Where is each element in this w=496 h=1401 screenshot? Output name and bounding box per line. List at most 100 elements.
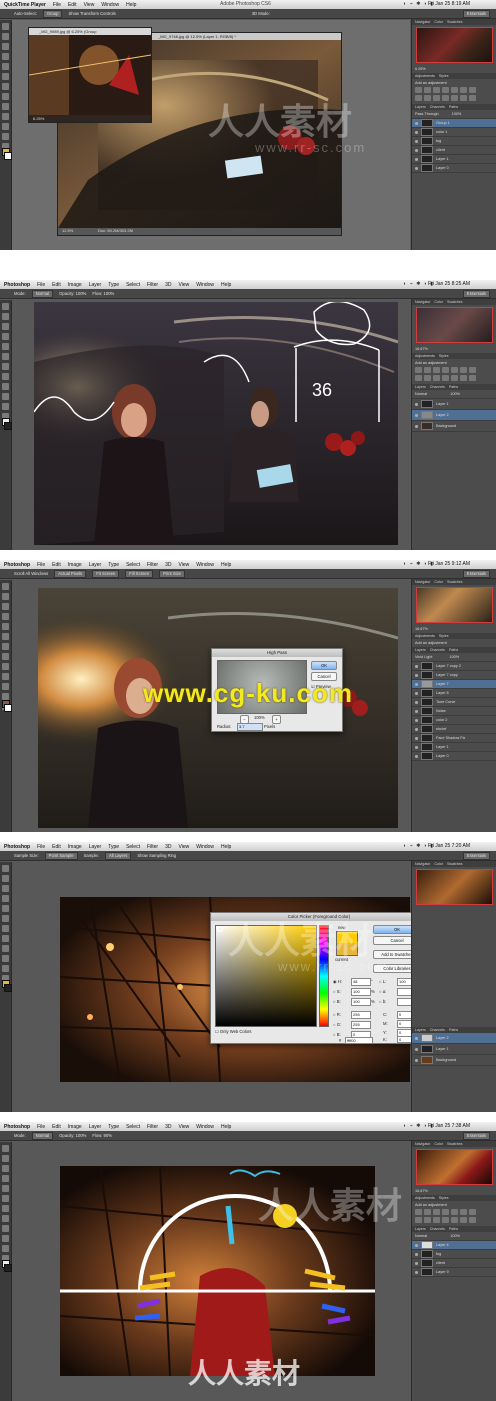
tab-layers[interactable]: Layers (415, 384, 426, 390)
lasso-tool-icon[interactable] (2, 323, 9, 330)
tab-navigator[interactable]: Navigator (415, 1141, 430, 1147)
g-label[interactable]: ○ G: (333, 1022, 341, 1027)
menu-image[interactable]: Image (68, 282, 82, 288)
zoom-in-button[interactable]: + (272, 715, 281, 724)
brush-tool-icon[interactable] (2, 93, 9, 100)
menu-window[interactable]: Window (196, 844, 214, 850)
tab-channels[interactable]: Channels (430, 647, 445, 653)
menu-view[interactable]: View (179, 844, 190, 850)
tab-swatches[interactable]: Swatches (447, 299, 463, 305)
eyedropper-tool-icon[interactable] (2, 633, 9, 640)
menu-help[interactable]: Help (221, 282, 231, 288)
b-lab-label[interactable]: ○ b: (379, 999, 386, 1004)
menu-file[interactable]: File (37, 1124, 45, 1130)
tab-color[interactable]: Color (434, 19, 443, 25)
opacity-field[interactable]: Opacity: 100% (59, 1133, 86, 1138)
menu-file[interactable]: File (37, 562, 45, 568)
threshold-icon[interactable] (469, 375, 476, 381)
crop-tool-icon[interactable] (2, 623, 9, 630)
menu-help[interactable]: Help (221, 844, 231, 850)
lookup-icon[interactable] (442, 95, 449, 101)
mixer-icon[interactable] (433, 1217, 440, 1223)
app-menu[interactable]: Photoshop (4, 1124, 30, 1130)
marquee-tool-icon[interactable] (2, 593, 9, 600)
balance-icon[interactable] (469, 1209, 476, 1215)
eye-icon[interactable] (415, 700, 418, 704)
g-input[interactable]: 255 (351, 1021, 371, 1029)
tab-color[interactable]: Color (434, 1141, 443, 1147)
menu-window[interactable]: Window (196, 562, 214, 568)
marquee-tool-icon[interactable] (2, 1155, 9, 1162)
tab-adjustments[interactable]: Adjustments (415, 1195, 435, 1201)
b-input[interactable]: 100 (351, 998, 371, 1006)
photo-filter-icon[interactable] (424, 1217, 431, 1223)
tab-paths[interactable]: Paths (449, 647, 458, 653)
transform-checkbox[interactable]: Show Transform Controls (68, 11, 115, 16)
levels-icon[interactable] (424, 87, 431, 93)
eye-icon[interactable] (415, 736, 418, 740)
tab-paths[interactable]: Paths (449, 104, 458, 110)
eraser-tool-icon[interactable] (2, 1245, 9, 1252)
print-size-button[interactable]: Print Size (159, 569, 185, 578)
layer-row[interactable]: Layer 1 (412, 399, 496, 410)
menu-image[interactable]: Image (68, 562, 82, 568)
hue-icon[interactable] (460, 367, 467, 373)
menu-image[interactable]: Image (68, 1124, 82, 1130)
stamp-tool-icon[interactable] (2, 1225, 9, 1232)
bw-icon[interactable] (415, 1217, 422, 1223)
history-brush-icon[interactable] (2, 955, 9, 962)
balance-icon[interactable] (469, 87, 476, 93)
hex-input[interactable]: ffff00 (345, 1037, 373, 1044)
tab-styles[interactable]: Styles (439, 1195, 449, 1201)
levels-icon[interactable] (424, 367, 431, 373)
tab-layers[interactable]: Layers (415, 647, 426, 653)
h-input[interactable]: 48 (351, 978, 371, 986)
b-value-label[interactable]: ○ B: (333, 1032, 341, 1037)
eye-icon[interactable] (415, 691, 418, 695)
eyedropper-tool-icon[interactable] (2, 353, 9, 360)
layer-row[interactable]: fog (412, 137, 496, 146)
h-label[interactable]: ◉ H: (333, 979, 342, 984)
move-tool-icon[interactable] (2, 1145, 9, 1152)
tab-color[interactable]: Color (434, 861, 443, 867)
sample-dropdown[interactable]: All Layers (104, 851, 132, 860)
curves-icon[interactable] (433, 1209, 440, 1215)
brush-tool-icon[interactable] (2, 1215, 9, 1222)
invert-icon[interactable] (451, 1217, 458, 1223)
photo-filter-icon[interactable] (424, 375, 431, 381)
tab-adjustments[interactable]: Adjustments (415, 633, 435, 639)
tab-styles[interactable]: Styles (439, 633, 449, 639)
mode-dropdown[interactable]: Normal (31, 289, 54, 298)
eye-icon[interactable] (415, 166, 418, 170)
menu-view[interactable]: View (84, 2, 95, 8)
lookup-icon[interactable] (442, 375, 449, 381)
menu-type[interactable]: Type (108, 562, 119, 568)
marquee-tool-icon[interactable] (2, 33, 9, 40)
curves-icon[interactable] (433, 367, 440, 373)
menu-file[interactable]: File (37, 282, 45, 288)
quick-select-tool-icon[interactable] (2, 895, 9, 902)
tab-navigator[interactable]: Navigator (415, 19, 430, 25)
layer-row[interactable]: Group 1 (412, 119, 496, 128)
menu-3d[interactable]: 3D (165, 844, 171, 850)
a-label[interactable]: ○ a: (379, 989, 386, 994)
photo-filter-icon[interactable] (424, 95, 431, 101)
layer-row[interactable]: Face Shadow Fix (412, 734, 496, 743)
workspace-switcher[interactable]: Essentials (462, 290, 490, 298)
background-color-swatch[interactable] (4, 704, 12, 712)
levels-icon[interactable] (424, 1209, 431, 1215)
brightness-icon[interactable] (415, 1209, 422, 1215)
r-input[interactable]: 255 (351, 1011, 371, 1019)
eye-icon[interactable] (415, 673, 418, 677)
stamp-tool-icon[interactable] (2, 663, 9, 670)
tab-paths[interactable]: Paths (449, 1027, 458, 1033)
s-label[interactable]: ○ S: (333, 989, 341, 994)
menu-type[interactable]: Type (108, 1124, 119, 1130)
quick-select-tool-icon[interactable] (2, 333, 9, 340)
layer-row[interactable]: Background (412, 421, 496, 432)
tab-swatches[interactable]: Swatches (447, 579, 463, 585)
brightness-icon[interactable] (415, 87, 422, 93)
opacity-value[interactable]: 100% (449, 655, 459, 659)
exposure-icon[interactable] (442, 87, 449, 93)
flow-field[interactable]: Flow: 90% (92, 1133, 112, 1138)
